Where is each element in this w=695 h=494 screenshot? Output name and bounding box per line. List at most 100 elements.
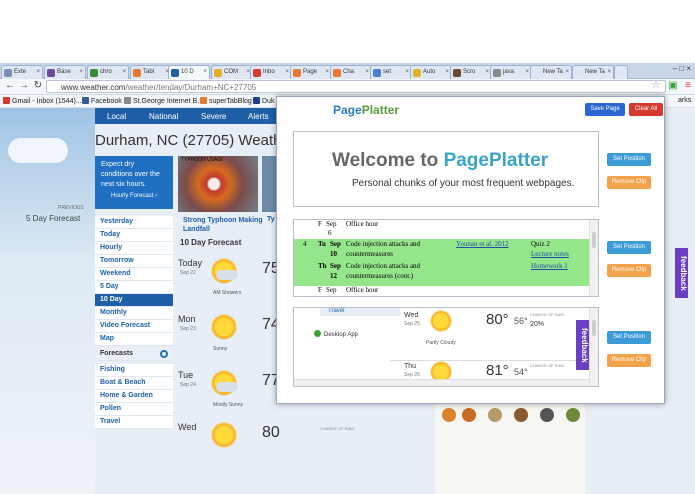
product-image[interactable] xyxy=(462,408,476,422)
bookmark-star-icon[interactable]: ☆ xyxy=(650,80,662,91)
nav-national[interactable]: National xyxy=(149,112,178,121)
blogger-icon xyxy=(200,97,207,104)
remove-clip-button[interactable]: Remove Clip xyxy=(607,264,651,277)
extension-icon[interactable]: ▣ xyxy=(667,80,679,91)
reading-link[interactable]: Younan et al. 2012 xyxy=(456,240,509,248)
product-image[interactable] xyxy=(488,408,502,422)
menu-today[interactable]: Today xyxy=(95,229,173,242)
close-icon[interactable]: × xyxy=(525,69,529,75)
menu-tomorrow[interactable]: Tomorrow xyxy=(95,255,173,268)
menu-home-garden[interactable]: Home & Garden xyxy=(95,390,173,403)
browser-tab[interactable]: Exte × xyxy=(1,65,43,79)
forward-icon[interactable]: → xyxy=(18,80,30,91)
browser-tab[interactable]: Tabl× xyxy=(130,65,172,79)
desktop-app-link[interactable]: Desktop App xyxy=(314,330,358,338)
save-page-button[interactable]: Save Page xyxy=(585,103,625,116)
nav-severe[interactable]: Severe xyxy=(201,112,226,121)
address-bar[interactable]: www.weather.com/weather/tenday/Durham+NC… xyxy=(46,80,666,93)
close-icon[interactable]: × xyxy=(36,69,40,75)
menu-fishing[interactable]: Fishing xyxy=(95,364,173,377)
reload-icon[interactable]: ↻ xyxy=(32,80,44,91)
close-icon[interactable]: × xyxy=(365,69,369,75)
vertical-scrollbar[interactable] xyxy=(589,220,598,296)
set-position-button[interactable]: Set Position xyxy=(607,153,651,166)
product-image[interactable] xyxy=(540,408,554,422)
menu-map[interactable]: Map xyxy=(95,333,173,346)
set-position-button[interactable]: Set Position xyxy=(607,331,651,344)
menu-boat-beach[interactable]: Boat & Beach xyxy=(95,377,173,390)
news-image-2[interactable] xyxy=(262,156,277,212)
new-tab-button[interactable] xyxy=(614,65,628,79)
close-icon[interactable]: × xyxy=(122,69,126,75)
menu-yesterday[interactable]: Yesterday xyxy=(95,216,173,229)
set-position-button[interactable]: Set Position xyxy=(607,241,651,254)
browser-tab[interactable]: Inbo × xyxy=(250,65,292,79)
product-image[interactable] xyxy=(514,408,528,422)
clear-all-button[interactable]: Clear All xyxy=(629,103,663,116)
minimize-icon[interactable]: – xyxy=(673,64,677,73)
menu-weekend[interactable]: Weekend xyxy=(95,268,173,281)
lecture-notes-link[interactable]: Lecture notes xyxy=(531,250,569,258)
browser-tab[interactable]: COM × xyxy=(211,65,253,79)
close-icon[interactable]: × xyxy=(485,69,489,75)
typhoon-news-image[interactable] xyxy=(178,156,258,212)
bookmark-item[interactable]: Facebook xyxy=(82,97,122,105)
bookmark-item[interactable]: superTabBlog xyxy=(200,97,252,105)
close-window-icon[interactable]: × xyxy=(686,64,691,73)
tab-favicon-icon xyxy=(373,69,381,77)
menu-icon[interactable]: ≡ xyxy=(682,80,694,91)
previous-forecast-link[interactable]: 5 Day Forecast xyxy=(26,214,80,223)
close-icon[interactable]: × xyxy=(405,69,409,75)
close-icon[interactable]: × xyxy=(285,69,289,75)
maximize-icon[interactable]: □ xyxy=(679,64,684,73)
tab-favicon-icon xyxy=(333,69,341,77)
window-controls[interactable]: – □ × xyxy=(673,64,691,73)
nav-local[interactable]: Local xyxy=(107,112,126,121)
horizontal-scrollbar[interactable] xyxy=(294,379,591,386)
close-icon[interactable]: × xyxy=(203,69,207,75)
vertical-scrollbar[interactable] xyxy=(589,308,598,386)
menu-10-day[interactable]: 10 Day xyxy=(95,294,173,307)
other-bookmarks[interactable]: arks xyxy=(678,97,691,104)
news-headline-2[interactable]: Ty xyxy=(267,216,275,223)
browser-tab[interactable]: New Ta × xyxy=(572,65,614,79)
browser-tab[interactable]: java × xyxy=(490,65,532,79)
product-image[interactable] xyxy=(442,408,456,422)
remove-clip-button[interactable]: Remove Clip xyxy=(607,354,651,367)
feedback-tab[interactable]: feedback xyxy=(675,248,688,298)
menu-travel[interactable]: Travel xyxy=(95,416,173,429)
remove-clip-button[interactable]: Remove Clip xyxy=(607,176,651,189)
bookmark-item[interactable]: Duk xyxy=(253,97,274,105)
close-icon[interactable]: × xyxy=(445,69,449,75)
homework-link[interactable]: Homework 1 xyxy=(531,262,568,270)
menu-video-forecast[interactable]: Video Forecast xyxy=(95,320,173,333)
menu-hourly[interactable]: Hourly xyxy=(95,242,173,255)
travel-link[interactable]: Travel xyxy=(320,308,400,316)
browser-tab-active[interactable]: 10 D × xyxy=(168,65,210,79)
bookmark-item[interactable]: Gmail - Inbox (1544)... xyxy=(3,97,82,105)
gear-icon[interactable] xyxy=(160,350,168,358)
browser-tab[interactable]: Scro × xyxy=(450,65,492,79)
menu-5-day[interactable]: 5 Day xyxy=(95,281,173,294)
browser-tab[interactable]: Page × xyxy=(290,65,332,79)
browser-tab[interactable]: Base × xyxy=(44,65,86,79)
welcome-subtitle: Personal chunks of your most frequent we… xyxy=(352,178,575,189)
menu-monthly[interactable]: Monthly xyxy=(95,307,173,320)
close-icon[interactable]: × xyxy=(607,69,611,75)
feedback-tab-clip[interactable]: feedback xyxy=(576,320,589,370)
news-headline[interactable]: Strong Typhoon Making Landfall xyxy=(183,216,263,234)
close-icon[interactable]: × xyxy=(79,69,83,75)
menu-pollen[interactable]: Pollen xyxy=(95,403,173,416)
close-icon[interactable]: × xyxy=(325,69,329,75)
back-icon[interactable]: ← xyxy=(4,80,16,91)
browser-tab[interactable]: Cha × xyxy=(330,65,372,79)
browser-tab[interactable]: Auto × xyxy=(410,65,452,79)
browser-tab[interactable]: set × xyxy=(370,65,412,79)
browser-tab[interactable]: New Ta × xyxy=(530,65,572,79)
close-icon[interactable]: × xyxy=(565,69,569,75)
browser-tab[interactable]: chro × xyxy=(87,65,129,79)
bookmark-item[interactable]: St.George Internet B... xyxy=(124,97,203,105)
hourly-forecast-link[interactable]: Hourly Forecast › xyxy=(95,193,173,199)
nav-alerts[interactable]: Alerts xyxy=(248,112,268,121)
product-image[interactable] xyxy=(566,408,580,422)
